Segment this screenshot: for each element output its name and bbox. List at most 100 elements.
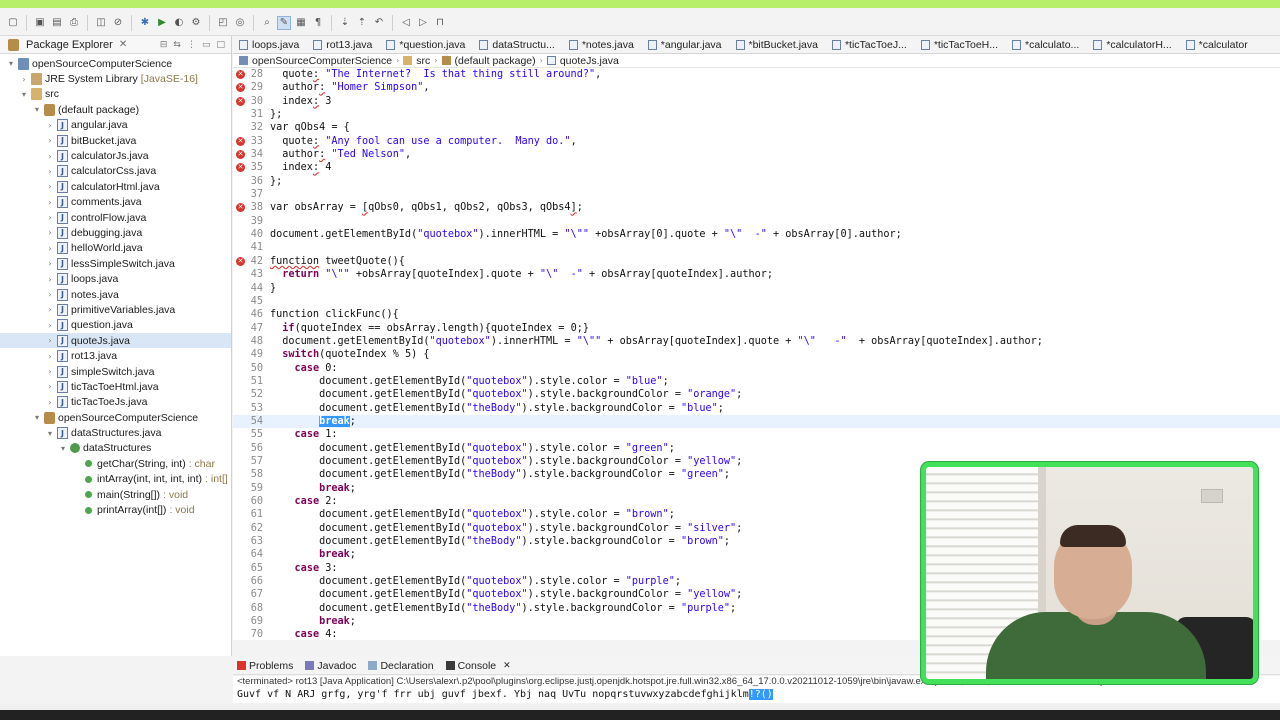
collapse-all-icon[interactable]: ⊟: [160, 40, 168, 50]
collapsed-chevron-icon[interactable]: ›: [45, 352, 55, 361]
collapsed-chevron-icon[interactable]: ›: [45, 305, 55, 314]
tree-item[interactable]: › JcalculatorJs.java: [0, 148, 231, 163]
editor-tab[interactable]: dataStructu...: [473, 36, 562, 53]
toolbar-toggle-block-selection-button[interactable]: ▦: [294, 16, 308, 30]
tree-item[interactable]: ▾ dataStructures: [0, 441, 231, 456]
bottom-tab-problems[interactable]: Problems: [237, 660, 293, 672]
error-marker-icon[interactable]: ✕: [236, 256, 245, 266]
toolbar-print-button[interactable]: ⎙: [67, 16, 81, 30]
toolbar-save-all-button[interactable]: ▤: [50, 16, 64, 30]
tree-item[interactable]: › JticTacToeHtml.java: [0, 379, 231, 394]
tree-item[interactable]: › JRE System Library [JavaSE-16]: [0, 71, 231, 86]
toolbar-previous-annotation-button[interactable]: ⇡: [355, 16, 369, 30]
toolbar-save-button[interactable]: ▣: [33, 16, 47, 30]
collapsed-chevron-icon[interactable]: ›: [45, 367, 55, 376]
tree-item[interactable]: › Jrot13.java: [0, 348, 231, 363]
breadcrumb-item[interactable]: quoteJs.java: [560, 55, 619, 67]
error-marker-icon[interactable]: ✕: [236, 136, 245, 146]
breadcrumb-item[interactable]: openSourceComputerScience: [252, 55, 392, 67]
tree-item[interactable]: › JquoteJs.java: [0, 333, 231, 349]
tree-item[interactable]: getChar(String, int): char: [0, 456, 231, 471]
collapsed-chevron-icon[interactable]: ›: [45, 275, 55, 284]
toolbar-search-button[interactable]: ⌕: [260, 16, 274, 30]
error-marker-icon[interactable]: ✕: [236, 203, 245, 213]
collapsed-chevron-icon[interactable]: ›: [45, 382, 55, 391]
editor-tab[interactable]: loops.java: [233, 36, 307, 53]
editor-tab[interactable]: *question.java: [380, 36, 473, 53]
editor-tab[interactable]: *bitBucket.java: [730, 36, 826, 53]
toolbar-last-edit-button[interactable]: ↶: [372, 16, 386, 30]
tree-item[interactable]: ▾ openSourceComputerScience: [0, 410, 231, 425]
toolbar-open-type-button[interactable]: ◫: [94, 16, 108, 30]
bottom-tab-console[interactable]: Console ✕: [445, 660, 511, 672]
tree-item[interactable]: › JlessSimpleSwitch.java: [0, 256, 231, 271]
error-marker-icon[interactable]: ✕: [236, 70, 245, 79]
collapsed-chevron-icon[interactable]: ›: [45, 228, 55, 237]
toolbar-back-button[interactable]: ◁: [399, 16, 413, 30]
close-icon[interactable]: ✕: [503, 661, 511, 671]
tree-item[interactable]: › JbitBucket.java: [0, 133, 231, 148]
toolbar-run-button[interactable]: ▶: [155, 16, 169, 30]
collapsed-chevron-icon[interactable]: ›: [45, 136, 55, 145]
collapsed-chevron-icon[interactable]: ›: [45, 152, 55, 161]
console-output[interactable]: Guvf vf N ARJ grfg, yrg'f frr ubj guvf j…: [233, 689, 1280, 703]
expanded-chevron-icon[interactable]: ▾: [32, 105, 42, 114]
error-marker-icon[interactable]: ✕: [236, 83, 245, 93]
tree-item[interactable]: › JcalculatorCss.java: [0, 164, 231, 179]
toolbar-show-whitespace-button[interactable]: ¶: [311, 16, 325, 30]
editor-tab[interactable]: *calculator: [1180, 36, 1256, 53]
expanded-chevron-icon[interactable]: ▾: [58, 444, 68, 453]
expanded-chevron-icon[interactable]: ▾: [32, 413, 42, 422]
collapsed-chevron-icon[interactable]: ›: [19, 75, 29, 84]
collapsed-chevron-icon[interactable]: ›: [45, 398, 55, 407]
error-marker-icon[interactable]: ✕: [236, 96, 245, 106]
maximize-icon[interactable]: □: [216, 40, 225, 50]
tree-item[interactable]: › Jloops.java: [0, 271, 231, 286]
tree-item[interactable]: ▾ src: [0, 87, 231, 102]
toolbar-pin-editor-button[interactable]: ⊓: [433, 16, 447, 30]
expanded-chevron-icon[interactable]: ▾: [6, 59, 16, 68]
tree-item[interactable]: › JhelloWorld.java: [0, 241, 231, 256]
editor-tab[interactable]: *calculato...: [1006, 36, 1087, 53]
tree-item[interactable]: › JcontrolFlow.java: [0, 210, 231, 225]
collapsed-chevron-icon[interactable]: ›: [45, 321, 55, 330]
editor-tab[interactable]: *angular.java: [642, 36, 730, 53]
tree-item[interactable]: › JprimitiveVariables.java: [0, 302, 231, 317]
collapsed-chevron-icon[interactable]: ›: [45, 213, 55, 222]
view-menu-icon[interactable]: ⋮: [187, 40, 196, 50]
tree-item[interactable]: ▾ openSourceComputerScience: [0, 56, 231, 71]
package-explorer-tab[interactable]: Package Explorer ✕ ⊟ ⇆ ⋮ ▭ □: [0, 36, 231, 54]
editor-tab[interactable]: *notes.java: [563, 36, 642, 53]
collapsed-chevron-icon[interactable]: ›: [45, 198, 55, 207]
bottom-tab-declaration[interactable]: Declaration: [368, 660, 434, 672]
collapsed-chevron-icon[interactable]: ›: [45, 336, 55, 345]
link-with-editor-icon[interactable]: ⇆: [173, 40, 181, 50]
toolbar-external-tools-button[interactable]: ⚙: [189, 16, 203, 30]
toolbar-skip-breakpoints-button[interactable]: ⊘: [111, 16, 125, 30]
toolbar-new-button[interactable]: ▢: [6, 16, 20, 30]
bottom-tab-javadoc[interactable]: Javadoc: [305, 660, 356, 672]
tree-item[interactable]: › Jquestion.java: [0, 318, 231, 333]
collapsed-chevron-icon[interactable]: ›: [45, 290, 55, 299]
tree-item[interactable]: › JcalculatorHtml.java: [0, 179, 231, 194]
toolbar-toggle-mark-occurrences-button[interactable]: ✎: [277, 15, 291, 30]
collapsed-chevron-icon[interactable]: ›: [45, 244, 55, 253]
editor-tab[interactable]: *ticTacToeJ...: [826, 36, 915, 53]
editor-tab[interactable]: *calculatorH...: [1087, 36, 1179, 53]
tree-item[interactable]: main(String[]): void: [0, 487, 231, 502]
tree-item[interactable]: › JsimpleSwitch.java: [0, 364, 231, 379]
tree-item[interactable]: › Jnotes.java: [0, 287, 231, 302]
close-icon[interactable]: ✕: [119, 39, 127, 50]
collapsed-chevron-icon[interactable]: ›: [45, 259, 55, 268]
tree-item[interactable]: › Jdebugging.java: [0, 225, 231, 240]
tree-item[interactable]: printArray(int[]): void: [0, 502, 231, 517]
editor-tab[interactable]: rot13.java: [307, 36, 380, 53]
collapsed-chevron-icon[interactable]: ›: [45, 182, 55, 191]
minimize-icon[interactable]: ▭: [202, 40, 211, 50]
editor-tab[interactable]: *ticTacToeH...: [915, 36, 1006, 53]
toolbar-new-java-project-button[interactable]: ◰: [216, 16, 230, 30]
error-marker-icon[interactable]: ✕: [236, 150, 245, 160]
breadcrumb-item[interactable]: src: [416, 55, 430, 67]
error-marker-icon[interactable]: ✕: [236, 163, 245, 173]
tree-item[interactable]: › JticTacToeJs.java: [0, 395, 231, 410]
